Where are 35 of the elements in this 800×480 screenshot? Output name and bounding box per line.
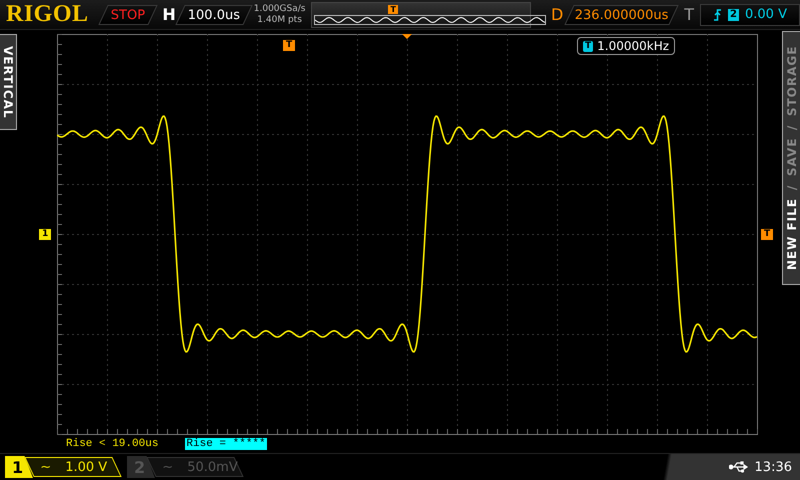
frequency-source: T: [583, 40, 594, 52]
brand-logo: RIGOL: [6, 1, 89, 28]
trigger-marker: T: [388, 4, 398, 14]
delay-label: D: [550, 5, 564, 24]
channel-marker: 1: [39, 229, 52, 240]
menu-item[interactable]: SAVE: [784, 138, 798, 177]
coupling: ~: [40, 460, 51, 474]
delay-readout: 236.000000us: [564, 4, 679, 24]
memory-depth: 1.40M pts: [257, 14, 302, 26]
measurement: Rise < 19.00us: [65, 438, 160, 450]
horizontal-label: H: [162, 5, 176, 24]
menu-item[interactable]: STORAGE: [784, 46, 798, 117]
vertical-scale: 1.00 V: [64, 460, 107, 474]
clock-time: 13:36: [754, 460, 792, 474]
menu-separator: /: [784, 184, 798, 190]
usb-icon: [728, 461, 749, 473]
vertical-tab[interactable]: VERTICAL: [0, 34, 17, 130]
frequency-value: 1.00000kHz: [597, 39, 670, 53]
menu-item[interactable]: NEW FILE: [784, 198, 798, 270]
rising-edge-icon: [713, 8, 722, 20]
overview-wave-icon: [314, 14, 546, 24]
channel-settings[interactable]: ~ 1.00 V: [24, 457, 122, 477]
coupling: ~: [162, 460, 173, 474]
trigger-level-marker: T: [761, 229, 774, 240]
trigger-level: 0.00 V: [745, 7, 787, 22]
vertical-scale: 50.0mV: [186, 460, 238, 474]
trigger-label: T: [684, 5, 694, 24]
trigger-position-icon: [402, 34, 412, 39]
menu-separator: /: [784, 124, 798, 130]
trigger-time-marker: T: [283, 40, 296, 51]
run-state[interactable]: STOP: [98, 4, 158, 24]
measurement: Rise = *****: [185, 438, 267, 450]
trigger-source: 2: [728, 8, 739, 20]
sample-rate: 1.000GSa/s: [254, 4, 306, 14]
timebase-readout: 100.0us: [175, 4, 252, 24]
